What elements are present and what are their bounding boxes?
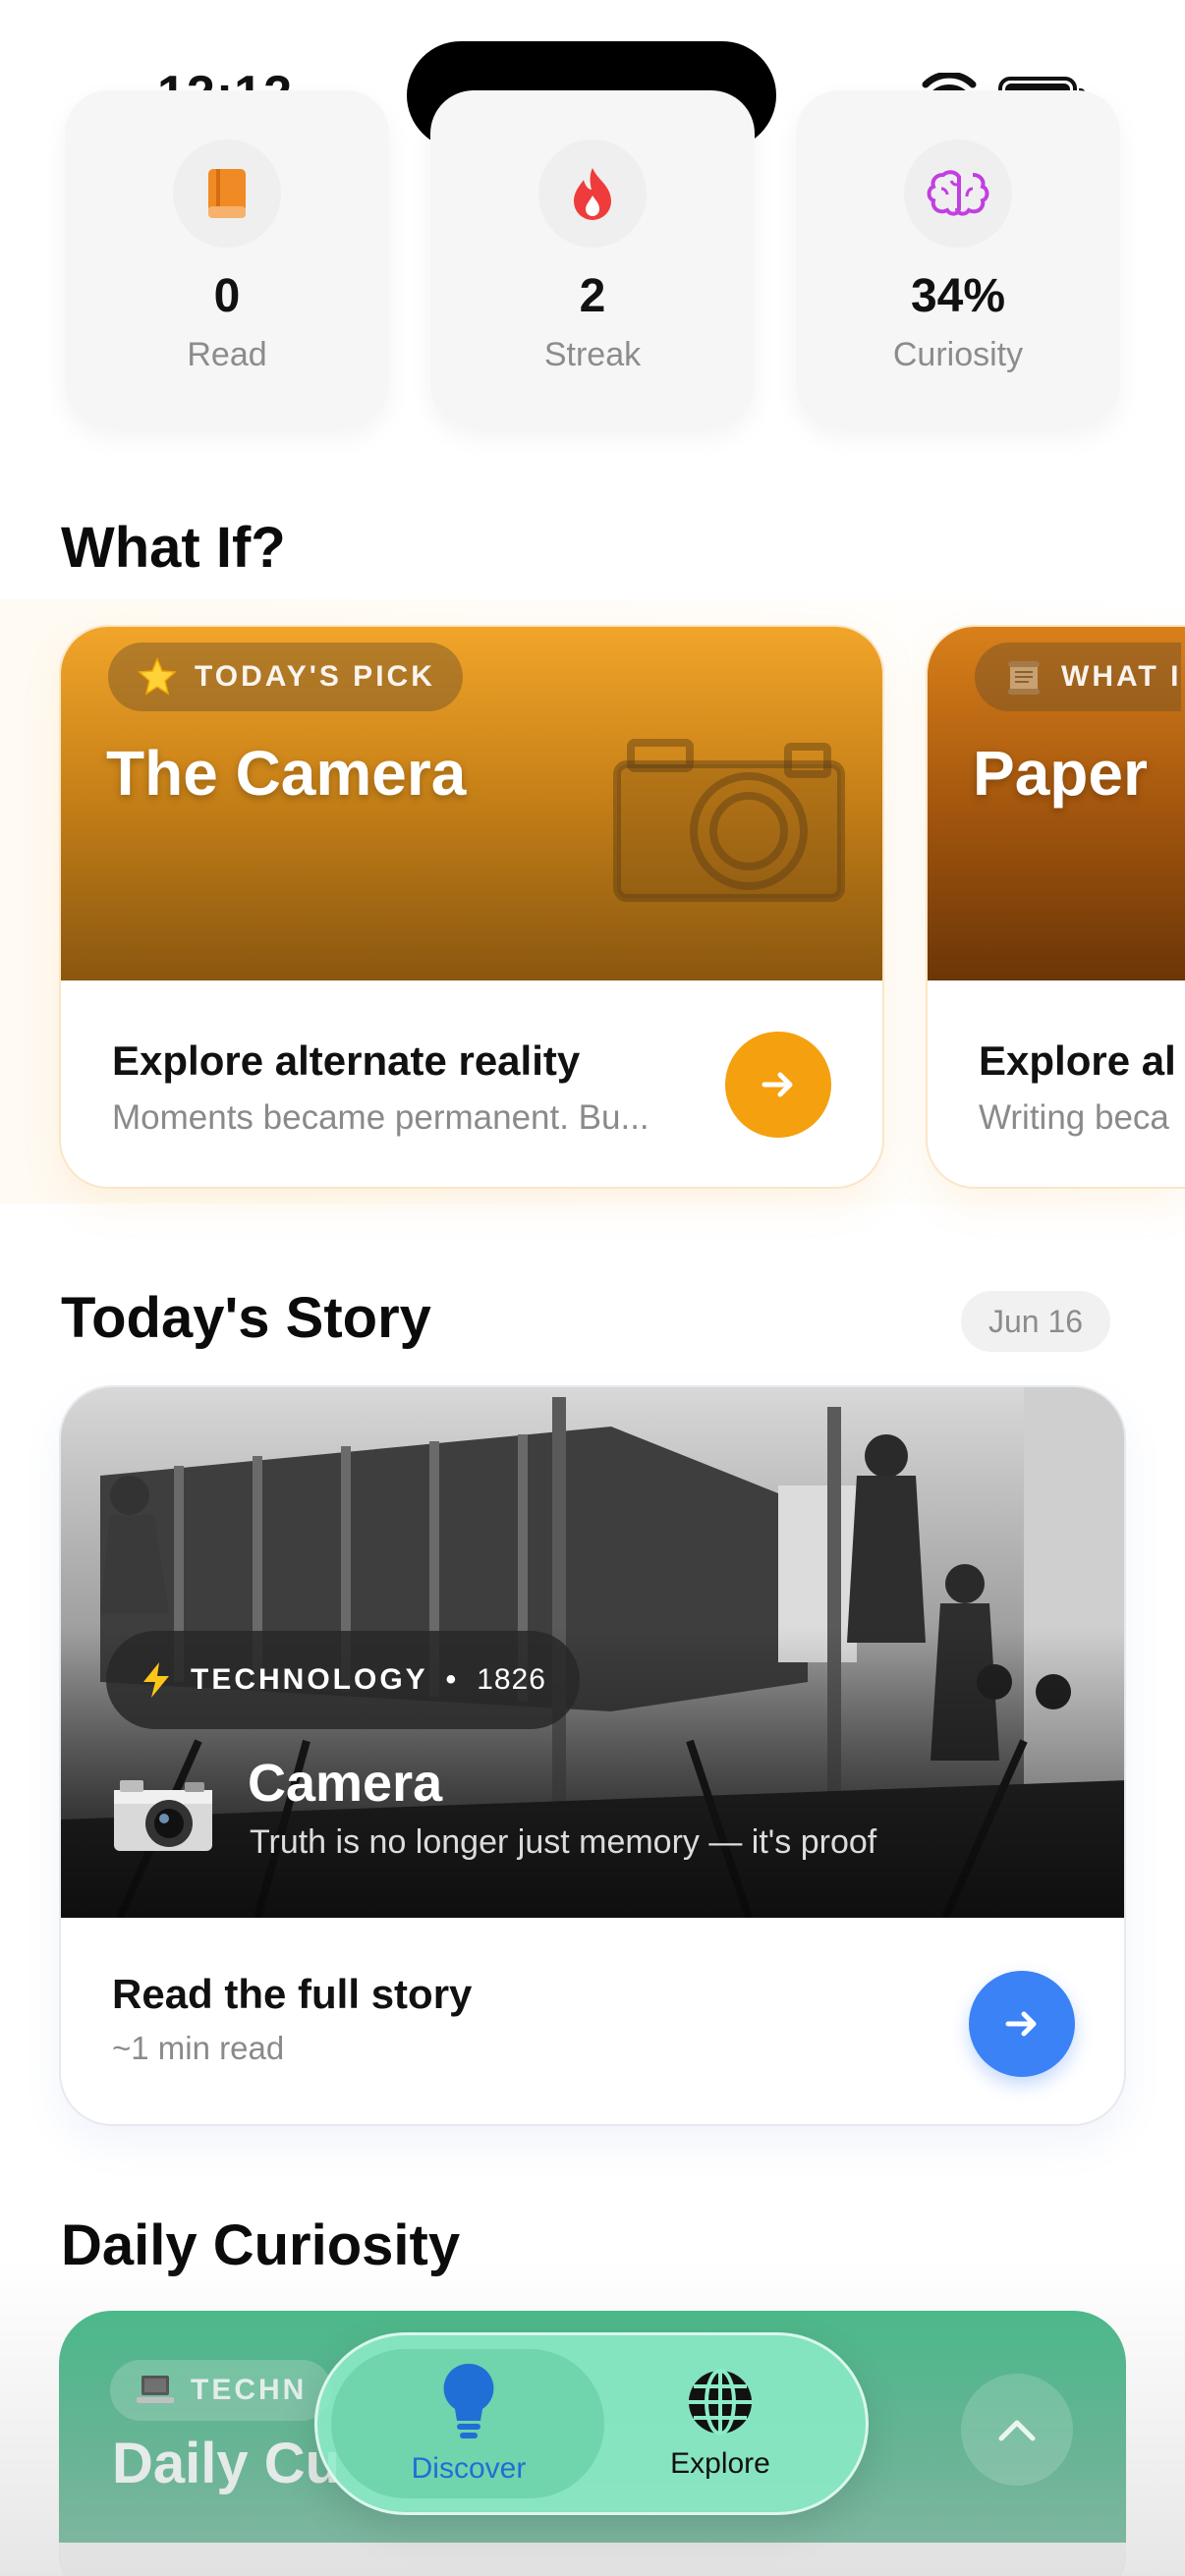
what-if-badge-label: TODAY'S PICK <box>195 660 435 693</box>
scroll-to-top-button[interactable] <box>961 2374 1073 2486</box>
book-icon <box>173 140 281 248</box>
brain-icon <box>904 140 1012 248</box>
story-read-time: ~1 min read <box>112 2030 285 2066</box>
what-if-badge: WHAT I <box>975 643 1182 711</box>
arrow-right-icon <box>1005 2011 1037 2037</box>
what-if-open-button[interactable] <box>725 1032 831 1138</box>
tab-bar: Discover Explore <box>314 2332 869 2515</box>
section-title-daily-curiosity: Daily Curiosity <box>61 2213 461 2277</box>
globe-icon <box>689 2369 752 2436</box>
what-if-card-camera[interactable]: TODAY'S PICK The Camera Explore alternat… <box>59 625 884 1189</box>
stat-card-curiosity: 34% Curiosity <box>796 90 1120 426</box>
stat-label: Read <box>187 336 267 373</box>
tab-label: Discover <box>411 2452 527 2485</box>
laptop-icon <box>137 2376 174 2403</box>
tab-discover[interactable]: Discover <box>331 2335 606 2512</box>
story-title: Camera <box>248 1754 443 1813</box>
what-if-card-title: Paper <box>973 738 1148 809</box>
stat-value: 34% <box>910 270 1006 322</box>
daily-curiosity-card-title: Daily Cu <box>112 2432 341 2495</box>
stat-label: Curiosity <box>892 336 1024 373</box>
what-if-card-description: Moments became permanent. Bu... <box>112 1098 649 1137</box>
daily-curiosity-category: TECHN <box>191 2374 308 2406</box>
what-if-badge: TODAY'S PICK <box>108 643 463 711</box>
what-if-badge-label: WHAT I <box>1061 660 1182 693</box>
star-icon <box>138 657 177 696</box>
arrow-right-icon <box>762 1072 793 1097</box>
daily-curiosity-card-body <box>59 2543 1126 2576</box>
chevron-up-icon <box>998 2420 1036 2441</box>
what-if-card-paper[interactable]: WHAT I Paper Explore al Writing beca <box>926 625 1185 1189</box>
stat-value: 0 <box>213 270 241 322</box>
flame-icon <box>538 140 647 248</box>
what-if-card-title: The Camera <box>106 738 467 809</box>
stat-card-streak: 2 Streak <box>430 90 755 426</box>
section-title-todays-story: Today's Story <box>61 1286 431 1350</box>
tab-explore[interactable]: Explore <box>583 2335 858 2512</box>
stat-value: 2 <box>579 270 606 322</box>
story-open-button[interactable] <box>969 1971 1075 2077</box>
tab-label: Explore <box>670 2447 770 2480</box>
stat-card-read: 0 Read <box>65 90 389 426</box>
scroll-icon <box>1008 661 1040 695</box>
camera-icon <box>114 1780 212 1851</box>
what-if-card-description: Writing beca <box>979 1098 1169 1137</box>
stat-label: Streak <box>543 336 642 373</box>
lightning-icon <box>143 1662 169 1698</box>
section-title-what-if: What If? <box>61 516 286 580</box>
story-card[interactable]: TECHNOLOGY • 1826 Camera Truth is no lon… <box>59 1385 1126 2126</box>
story-tagline: Truth is no longer just memory — it's pr… <box>250 1823 877 1861</box>
story-year: 1826 <box>477 1663 546 1696</box>
story-category-badge: TECHNOLOGY • 1826 <box>106 1631 580 1729</box>
camera-watermark-icon <box>613 739 845 902</box>
what-if-card-header: WHAT I Paper <box>928 627 1185 980</box>
what-if-card-subtitle: Explore alternate reality <box>112 1037 581 1084</box>
story-category: TECHNOLOGY <box>191 1663 428 1696</box>
daily-curiosity-badge: TECHN <box>110 2360 333 2421</box>
lightbulb-icon <box>443 2363 494 2438</box>
story-year-separator: • <box>445 1663 460 1696</box>
what-if-card-header: TODAY'S PICK The Camera <box>61 627 882 980</box>
story-date-badge: Jun 16 <box>961 1291 1111 1352</box>
story-read-cta[interactable]: Read the full story <box>112 1971 472 2018</box>
what-if-card-subtitle: Explore al <box>979 1037 1176 1084</box>
